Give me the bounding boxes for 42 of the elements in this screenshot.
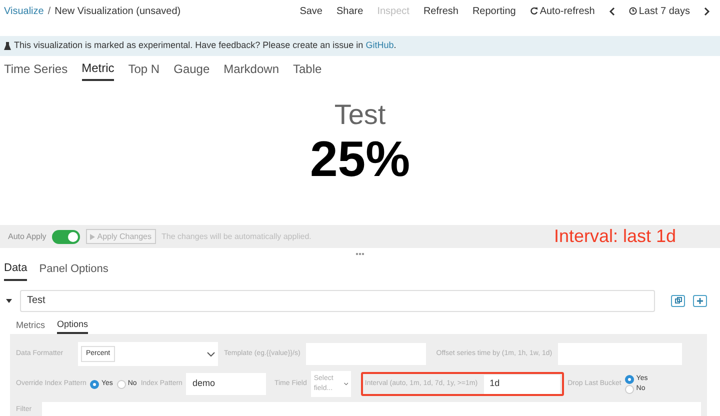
experimental-notice: This visualization is marked as experimental. Have feedback? Please create an issue in GitHub. (14, 39, 396, 52)
chevron-down-icon (344, 382, 348, 386)
tab[interactable]: Table (293, 59, 322, 81)
tab[interactable]: Metric (82, 59, 114, 81)
annotation-text: Interval: last 1d (554, 225, 676, 248)
refresh-icon (530, 7, 538, 15)
add-button[interactable] (693, 294, 707, 306)
resize-handle-icon[interactable] (356, 253, 364, 255)
auto-apply-toggle[interactable] (52, 230, 80, 244)
menu-link[interactable]: Share (336, 4, 364, 18)
interval-field[interactable]: 1d (484, 374, 560, 394)
tab[interactable]: Metrics (16, 318, 45, 334)
menu-link[interactable]: Reporting (472, 4, 516, 18)
chevron-down-icon (207, 352, 215, 356)
github-link[interactable]: GitHub (366, 40, 394, 50)
auto-apply-label: Auto Apply (8, 230, 46, 242)
flask-icon (4, 42, 11, 50)
tab[interactable]: Top N (128, 59, 160, 81)
clone-button[interactable] (671, 294, 685, 306)
breadcrumb-separator: / (48, 4, 51, 18)
metric-value: 25% (310, 131, 410, 187)
tab[interactable]: Markdown (224, 59, 279, 81)
tab[interactable]: Time Series (4, 59, 68, 81)
clock-icon (628, 7, 637, 15)
caret-icon[interactable] (6, 298, 12, 302)
series-label-field[interactable]: Test (20, 290, 655, 312)
time-picker-link[interactable]: Last 7 days (638, 4, 690, 18)
index-pattern-field[interactable]: demo (186, 373, 266, 395)
play-icon (90, 234, 96, 240)
menu-link[interactable]: Refresh (423, 4, 458, 18)
metric-label: Test (334, 99, 386, 131)
breadcrumb-current: New Visualization (unsaved) (54, 4, 181, 18)
tab[interactable]: Gauge (174, 59, 210, 81)
menu-link[interactable]: Save (300, 4, 322, 18)
menu-link[interactable]: Auto-refresh (540, 4, 595, 18)
tab[interactable]: Data (4, 260, 28, 280)
chevron-left-icon[interactable] (608, 6, 615, 16)
chevron-right-icon[interactable] (704, 6, 710, 16)
breadcrumb-link[interactable]: Visualize (4, 4, 44, 18)
tab[interactable]: Panel Options (39, 260, 108, 280)
copy-icon (674, 297, 682, 304)
plus-icon (697, 298, 703, 304)
